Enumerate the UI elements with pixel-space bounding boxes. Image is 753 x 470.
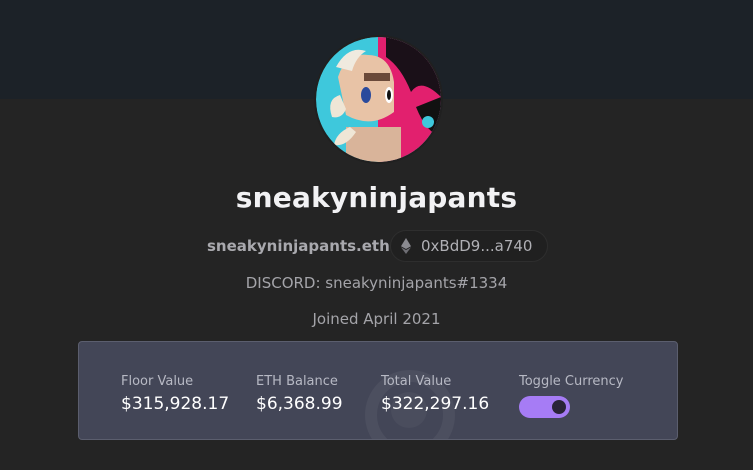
total-value-amount: $322,297.16 xyxy=(381,394,490,414)
toggle-knob xyxy=(552,400,566,414)
eth-balance-stat: ETH Balance $6,368.99 xyxy=(256,374,343,414)
total-value-label: Total Value xyxy=(381,374,452,389)
total-value-stat: Total Value $322,297.16 xyxy=(381,374,489,414)
floor-value-label: Floor Value xyxy=(121,374,194,389)
stats-panel: Floor Value $315,928.17 ETH Balance $6,3… xyxy=(78,341,678,440)
ethereum-icon xyxy=(401,238,411,254)
avatar[interactable] xyxy=(314,35,443,164)
avatar-image xyxy=(316,37,441,162)
eth-balance-amount: $6,368.99 xyxy=(256,394,343,414)
eth-balance-label: ETH Balance xyxy=(256,374,338,389)
floor-value-amount: $315,928.17 xyxy=(121,394,230,414)
joined-date: Joined April 2021 xyxy=(312,310,441,328)
profile-username: sneakyninjapants xyxy=(235,181,518,214)
currency-toggle-switch[interactable] xyxy=(519,396,570,418)
ens-name[interactable]: sneakyninjapants.eth xyxy=(207,237,390,255)
toggle-currency-label: Toggle Currency xyxy=(519,374,624,389)
toggle-currency-stat: Toggle Currency xyxy=(519,374,624,389)
floor-value-stat: Floor Value $315,928.17 xyxy=(121,374,229,414)
wallet-address: 0xBdD9...a740 xyxy=(421,237,533,255)
discord-handle: DISCORD: sneakyninjapants#1334 xyxy=(245,274,508,292)
wallet-address-button[interactable]: 0xBdD9...a740 xyxy=(390,230,548,262)
